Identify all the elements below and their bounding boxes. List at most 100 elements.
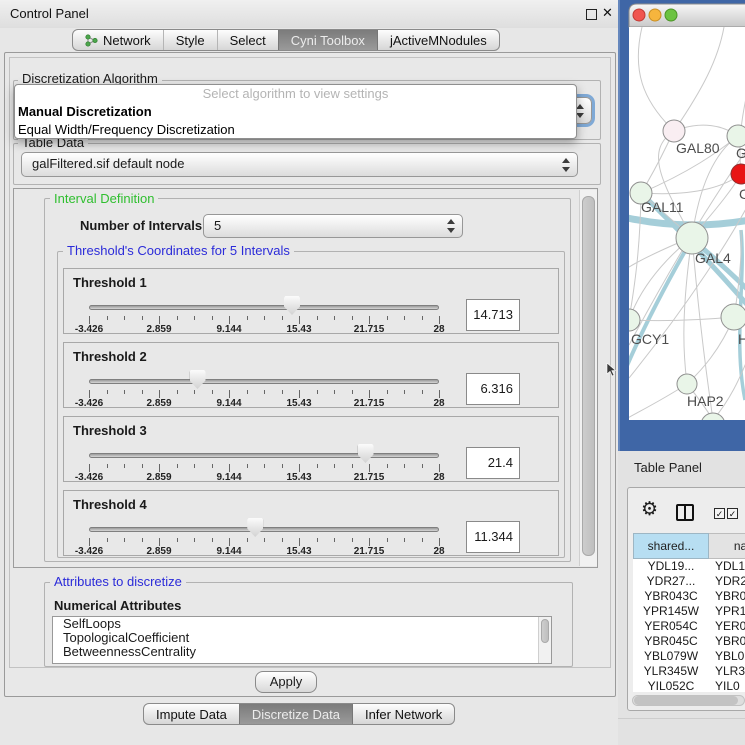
threshold-1-slider-thumb[interactable] [284,296,300,315]
node-h[interactable] [721,304,745,330]
threshold-1-value-field[interactable]: 14.713 [466,299,520,331]
dropdown-option-manual[interactable]: Manual Discretization [15,103,576,121]
horizontal-scrollbar-thumb[interactable] [634,696,738,705]
attributes-list-scrollbar[interactable] [538,617,551,663]
minimize-traffic-light[interactable] [649,9,661,21]
dropdown-option-equal-width[interactable]: Equal Width/Frequency Discretization [15,121,576,139]
apply-button[interactable]: Apply [255,671,317,693]
threshold-4-label: Threshold 4 [73,497,147,512]
threshold-2-slider-thumb[interactable] [190,370,206,389]
table-row[interactable]: YBR043CYBR0 [633,589,745,604]
application-window: Control Panel ✕ Network Style Select Cyn… [0,0,745,745]
divider [618,718,745,719]
column-header-name[interactable]: na [709,533,745,559]
column-header-shared-name[interactable]: shared... [633,533,709,559]
table-rows: YDL19...YDL1YDR27...YDR2YBR043CYBR0YPR14… [633,559,745,692]
cell-name[interactable]: YDR2 [709,574,745,589]
interval-definition-title: Interval Definition [50,192,158,206]
tab-network-label: Network [103,33,151,48]
tab-discretize-data[interactable]: Discretize Data [239,704,352,724]
close-traffic-light[interactable] [633,9,645,21]
threshold-3-slider-thumb[interactable] [358,444,374,463]
combo-stepper-icon [562,158,571,172]
cell-shared-name[interactable]: YIL052C [633,679,709,692]
tab-select[interactable]: Select [217,30,278,50]
node-label-partial-ga: GA [736,145,745,161]
vertical-scrollbar-thumb[interactable] [582,196,595,556]
cell-name[interactable]: YBR0 [709,634,745,649]
network-window-titlebar[interactable] [629,4,745,27]
node-label-partial-h: H [738,331,745,347]
cell-name[interactable]: YBR0 [709,589,745,604]
tab-cyni-toolbox[interactable]: Cyni Toolbox [278,30,377,50]
node-hap2[interactable] [677,374,697,394]
cell-shared-name[interactable]: YBL079W [633,649,709,664]
mouse-cursor [606,363,618,377]
table-header-row: shared... na [633,533,745,559]
cell-name[interactable]: YDL1 [709,559,745,574]
node-gcy1[interactable] [619,309,640,331]
table-row[interactable]: YDR27...YDR2 [633,574,745,589]
cyni-bottom-tabbar: Impute Data Discretize Data Infer Networ… [143,703,455,725]
cell-name[interactable]: YPR1 [709,604,745,619]
cell-shared-name[interactable]: YLR345W [633,664,709,679]
control-panel-tabbar: Network Style Select Cyni Toolbox jActiv… [72,29,500,51]
threshold-2-value-field[interactable]: 6.316 [466,373,520,405]
num-intervals-label: Number of Intervals [80,218,202,233]
checkbox-icon[interactable]: ✓ [714,508,725,519]
cell-shared-name[interactable]: YER054C [633,619,709,634]
cell-shared-name[interactable]: YDR27... [633,574,709,589]
threshold-3-value-field[interactable]: 21.4 [466,447,520,479]
node-pink[interactable] [663,120,685,142]
table-row[interactable]: YBR045CYBR0 [633,634,745,649]
list-item[interactable]: TopologicalCoefficient [53,631,551,645]
close-icon[interactable]: ✕ [602,5,613,21]
slider-tick-labels: -3.4262.8599.14415.4321.71528 [89,398,439,410]
checkbox-icon[interactable]: ✓ [727,508,738,519]
table-data-combobox[interactable]: galFiltered.sif default node [21,152,578,177]
cell-shared-name[interactable]: YBR043C [633,589,709,604]
tab-jactivemnodules[interactable]: jActiveMNodules [377,30,499,50]
cell-name[interactable]: YBL0 [709,649,745,664]
split-column-icon[interactable] [676,504,694,521]
float-window-icon[interactable] [586,9,597,20]
threshold-1-label: Threshold 1 [73,275,147,290]
table-row[interactable]: YER054CYER0 [633,619,745,634]
cell-shared-name[interactable]: YPR145W [633,604,709,619]
table-row[interactable]: YIL052CYIL0 [633,679,745,692]
threshold-4-slider-thumb[interactable] [247,518,263,537]
list-item[interactable]: SelfLoops [53,617,551,631]
table-row[interactable]: YBL079WYBL0 [633,649,745,664]
cell-name[interactable]: YLR3 [709,664,745,679]
cell-shared-name[interactable]: YDL19... [633,559,709,574]
node-bottom-partial[interactable] [701,413,725,437]
attributes-list-scrollbar-thumb[interactable] [541,619,549,643]
node-label-gal11: GAL11 [641,199,684,215]
tab-infer-network[interactable]: Infer Network [352,704,454,724]
numerical-attributes-list[interactable]: SelfLoopsTopologicalCoefficientBetweenne… [52,616,552,664]
gear-icon[interactable]: ⚙ [641,500,658,519]
node-label-gal4: GAL4 [695,250,731,266]
list-item[interactable]: BetweennessCentrality [53,645,551,659]
tab-network[interactable]: Network [73,30,163,50]
num-intervals-combobox[interactable]: 5 [203,214,463,238]
cell-shared-name[interactable]: YBR045C [633,634,709,649]
threshold-2-label: Threshold 2 [73,349,147,364]
table-row[interactable]: YLR345WYLR3 [633,664,745,679]
algorithm-dropdown-popup: Select algorithm to view settings Manual… [14,84,577,139]
zoom-traffic-light[interactable] [665,9,677,21]
node-label-gal80: GAL80 [676,140,720,156]
table-row[interactable]: YPR145WYPR1 [633,604,745,619]
table-row[interactable]: YDL19...YDL1 [633,559,745,574]
threshold-4-value-field[interactable]: 11.344 [466,521,520,553]
network-view[interactable]: GAL80 GA GAL11 C GAL4 GCY1 H HAP2 [619,0,745,451]
threshold-3-label: Threshold 3 [73,423,147,438]
vertical-scrollbar[interactable] [579,190,597,566]
cell-name[interactable]: YER0 [709,619,745,634]
tab-style[interactable]: Style [163,30,217,50]
panel-title: Control Panel [10,6,89,21]
threshold-panel-2: Threshold 2 -3.4262.8599.14415.4321.7152… [63,342,559,408]
node-green-top-right[interactable] [727,125,745,147]
cell-name[interactable]: YIL0 [709,679,745,692]
tab-impute-data[interactable]: Impute Data [144,704,239,724]
